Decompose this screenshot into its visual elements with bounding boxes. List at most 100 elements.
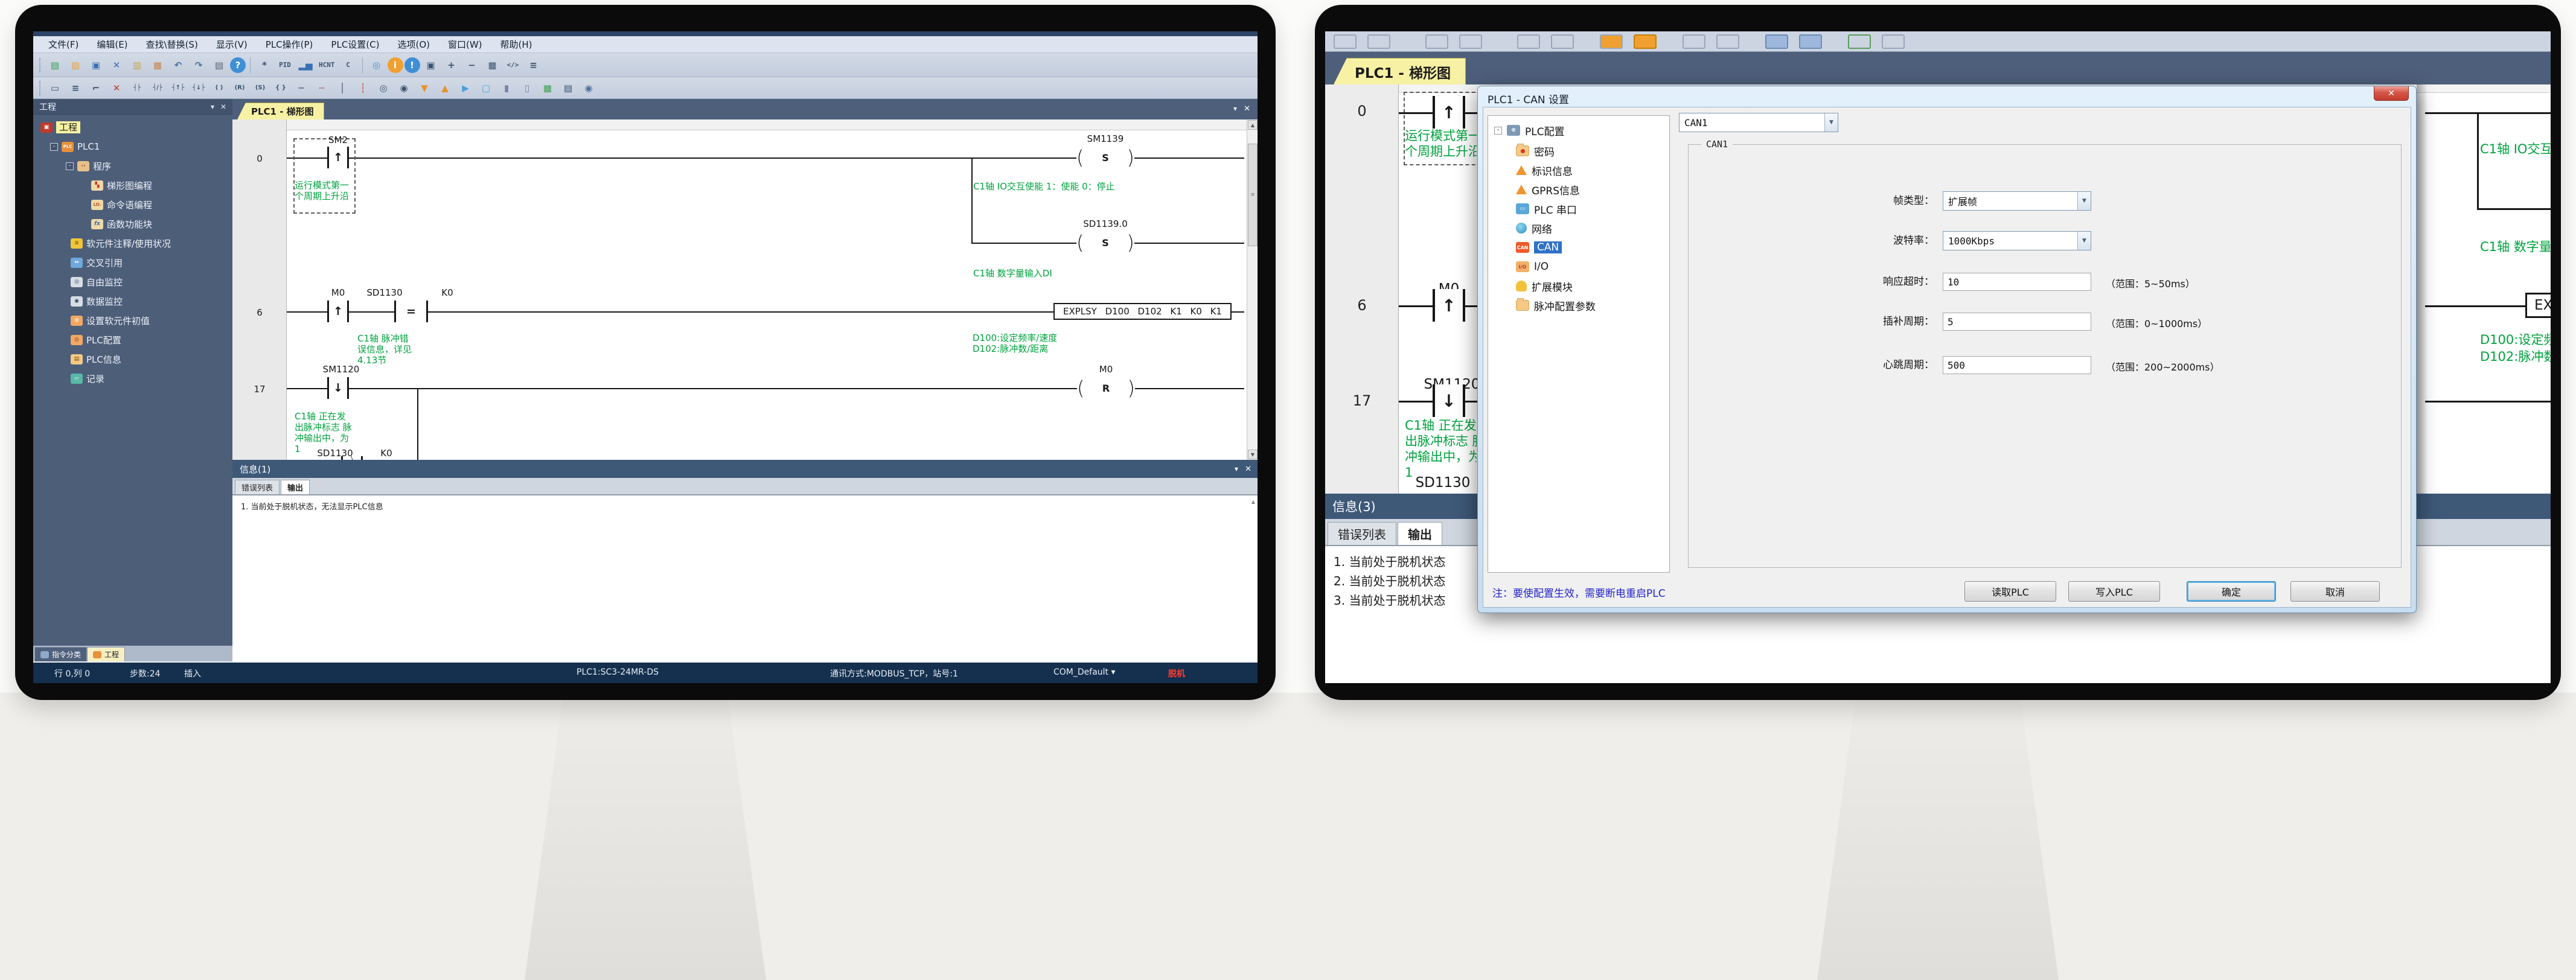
upload-plc-icon[interactable] — [1634, 34, 1657, 49]
can-channel-select[interactable]: CAN1 ▼ — [1679, 113, 1838, 132]
coil-sm1139-set[interactable]: (S) — [1076, 147, 1134, 168]
find-icon[interactable]: ◎ — [367, 56, 386, 74]
screen-sim-icon[interactable]: ▢ — [476, 79, 496, 97]
toolbar-grip[interactable] — [39, 58, 42, 72]
close-editor-icon[interactable]: ✕ — [1244, 104, 1250, 113]
instruction-icon[interactable]: { } — [271, 79, 290, 97]
erase-mode-icon[interactable]: ◉ — [394, 79, 414, 97]
tree-item-password[interactable]: 密码 — [1516, 142, 1555, 159]
contact-rising-icon[interactable]: ┤↑├ — [168, 79, 188, 97]
redo-icon[interactable]: ↷ — [189, 56, 208, 74]
tab-list-icon[interactable]: ▾ — [1233, 104, 1237, 113]
tab-output[interactable]: 输出 — [281, 480, 310, 494]
download-plc-icon[interactable]: ▼ — [415, 79, 434, 97]
menu-find-replace[interactable]: 查找\替换(S) — [137, 36, 207, 53]
response-timeout-input[interactable] — [1943, 273, 2091, 291]
tab-instruction-category[interactable]: 指令分类 — [34, 647, 87, 661]
ladder-editor[interactable]: 0 6 17 SM2 ↑ 运行模式第一个周期上升沿 SM1139 (S) C1轴… — [232, 119, 1258, 460]
open-project-icon[interactable]: ▨ — [66, 56, 85, 74]
tree-item-record[interactable]: ▱ 记录 — [71, 371, 104, 386]
toolbar-partial-icon[interactable] — [1882, 34, 1905, 49]
toolbar-partial-icon[interactable] — [1425, 34, 1448, 49]
info-icon[interactable]: i — [388, 57, 403, 73]
ok-button[interactable]: 确定 — [2187, 581, 2276, 602]
menu-plc-operate[interactable]: PLC操作(P) — [257, 36, 322, 53]
run-sim-icon[interactable] — [1765, 34, 1788, 49]
cut-icon[interactable]: ✕ — [107, 56, 126, 74]
ladder-convert-icon[interactable] — [1848, 34, 1871, 49]
tab-output[interactable]: 输出 — [1398, 522, 1442, 545]
tab-plc1-ladder[interactable]: PLC1 - 梯形图 — [237, 103, 324, 119]
print-icon[interactable]: ▤ — [209, 56, 229, 74]
toolbar-partial-icon[interactable] — [1367, 34, 1390, 49]
tree-item-initial-values[interactable]: ⊙ 设置软元件初值 — [71, 313, 150, 328]
zoom-out-icon[interactable]: − — [462, 56, 482, 74]
tree-item-gprs-info[interactable]: GPRS信息 — [1516, 181, 1580, 198]
expander-icon[interactable]: - — [66, 162, 74, 170]
scroll-up-icon[interactable]: ▲ — [1248, 120, 1258, 130]
contact-sm2-rising[interactable]: ↑ — [327, 147, 349, 168]
tree-item-identity-info[interactable]: 标识信息 — [1516, 162, 1573, 179]
write-plc-button[interactable]: 写入PLC — [2068, 581, 2160, 602]
toolbar-partial-icon[interactable] — [1716, 34, 1739, 49]
expander-icon[interactable]: - — [50, 143, 58, 151]
heartbeat-cycle-input[interactable] — [1943, 356, 2091, 374]
scrollbar-thumb[interactable]: ≡ — [1248, 144, 1258, 246]
pin-icon[interactable]: ▾ — [211, 103, 214, 111]
upload-plc-icon[interactable]: ▲ — [435, 79, 455, 97]
contact-closed-icon[interactable]: ┤/├ — [148, 79, 167, 97]
menu-help[interactable]: 帮助(H) — [491, 36, 542, 53]
read-plc-button[interactable]: 读取PLC — [1964, 581, 2056, 602]
run-sim-icon[interactable]: ▶ — [456, 79, 475, 97]
lock-icon[interactable]: ▮ — [497, 79, 516, 97]
fullscreen-icon[interactable]: ▣ — [421, 56, 441, 74]
close-icon[interactable]: ✕ — [220, 103, 226, 111]
coil-icon[interactable]: ( ) — [209, 79, 229, 97]
instruction-explsy[interactable]: EXPLSY — [2525, 293, 2551, 318]
tree-item-io[interactable]: I/O I/O — [1516, 258, 1548, 275]
config-icon[interactable]: * — [255, 56, 274, 74]
toolbar-grip[interactable] — [39, 81, 42, 95]
ladder-scrollbar[interactable]: ▲ ≡ ▼ — [1247, 119, 1258, 460]
tip-icon[interactable]: ! — [404, 57, 420, 73]
camera-monitor-icon[interactable]: ◉ — [579, 79, 598, 97]
menu-view[interactable]: 显示(V) — [207, 36, 257, 53]
coil-sd1139-set[interactable]: (S) — [1076, 232, 1134, 253]
contact-m0-rising[interactable]: ↑ — [1433, 289, 1465, 322]
tree-item-plc-serial[interactable]: ▭ PLC 串口 — [1516, 200, 1577, 217]
tree-item-device-comment[interactable]: ≡ 软元件注释/使用状况 — [71, 235, 171, 251]
download-plc-icon[interactable] — [1600, 34, 1623, 49]
tree-item-plc-info[interactable]: ▤ PLC信息 — [71, 351, 121, 367]
toolbar-partial-icon[interactable] — [1517, 34, 1540, 49]
tab-error-list[interactable]: 错误列表 — [235, 480, 280, 494]
scroll-up-icon[interactable]: ▲ — [1251, 499, 1255, 504]
screen-sim-icon[interactable] — [1799, 34, 1822, 49]
compare-contact-eq[interactable]: = — [394, 301, 428, 322]
toolbar-partial-icon[interactable] — [1683, 34, 1705, 49]
contact-falling-icon[interactable]: ┤↓├ — [189, 79, 208, 97]
menu-options[interactable]: 选项(O) — [388, 36, 439, 53]
grid-view-icon[interactable]: ▦ — [483, 56, 502, 74]
com-port-select[interactable]: COM_Default ▾ — [1053, 667, 1116, 677]
menu-plc-settings[interactable]: PLC设置(C) — [322, 36, 388, 53]
interpolation-cycle-input[interactable] — [1943, 313, 2091, 331]
hline-icon[interactable]: ─ — [292, 79, 311, 97]
tree-root-project[interactable]: ▣ 工程 — [40, 119, 80, 135]
expander-icon[interactable]: - — [1494, 127, 1502, 135]
scroll-down-icon[interactable]: ▼ — [1248, 450, 1258, 459]
vline-delete-icon[interactable]: ┆ — [353, 79, 372, 97]
help-icon[interactable]: ? — [230, 57, 246, 73]
tree-item-ladder-editor[interactable]: ▚ 梯形图编程 — [91, 177, 152, 193]
tree-item-il-editor[interactable]: LD. 命令语编程 — [91, 197, 152, 212]
undo-icon[interactable]: ↶ — [168, 56, 188, 74]
toolbar-partial-icon[interactable] — [1334, 34, 1357, 49]
c-edit-icon[interactable]: C — [339, 56, 358, 74]
tree-item-pulse-config[interactable]: 脉冲配置参数 — [1516, 297, 1596, 314]
coil-set-icon[interactable]: (S) — [251, 79, 270, 97]
coil-m0-reset[interactable]: (R) — [1077, 377, 1135, 399]
tree-item-free-monitor[interactable]: ◎ 自由监控 — [71, 274, 123, 290]
tree-item-expansion-module[interactable]: 扩展模块 — [1516, 278, 1573, 294]
save-icon[interactable]: ▣ — [86, 56, 106, 74]
insert-row-icon[interactable]: ≡ — [66, 79, 85, 97]
copy-icon[interactable]: ▥ — [127, 56, 147, 74]
